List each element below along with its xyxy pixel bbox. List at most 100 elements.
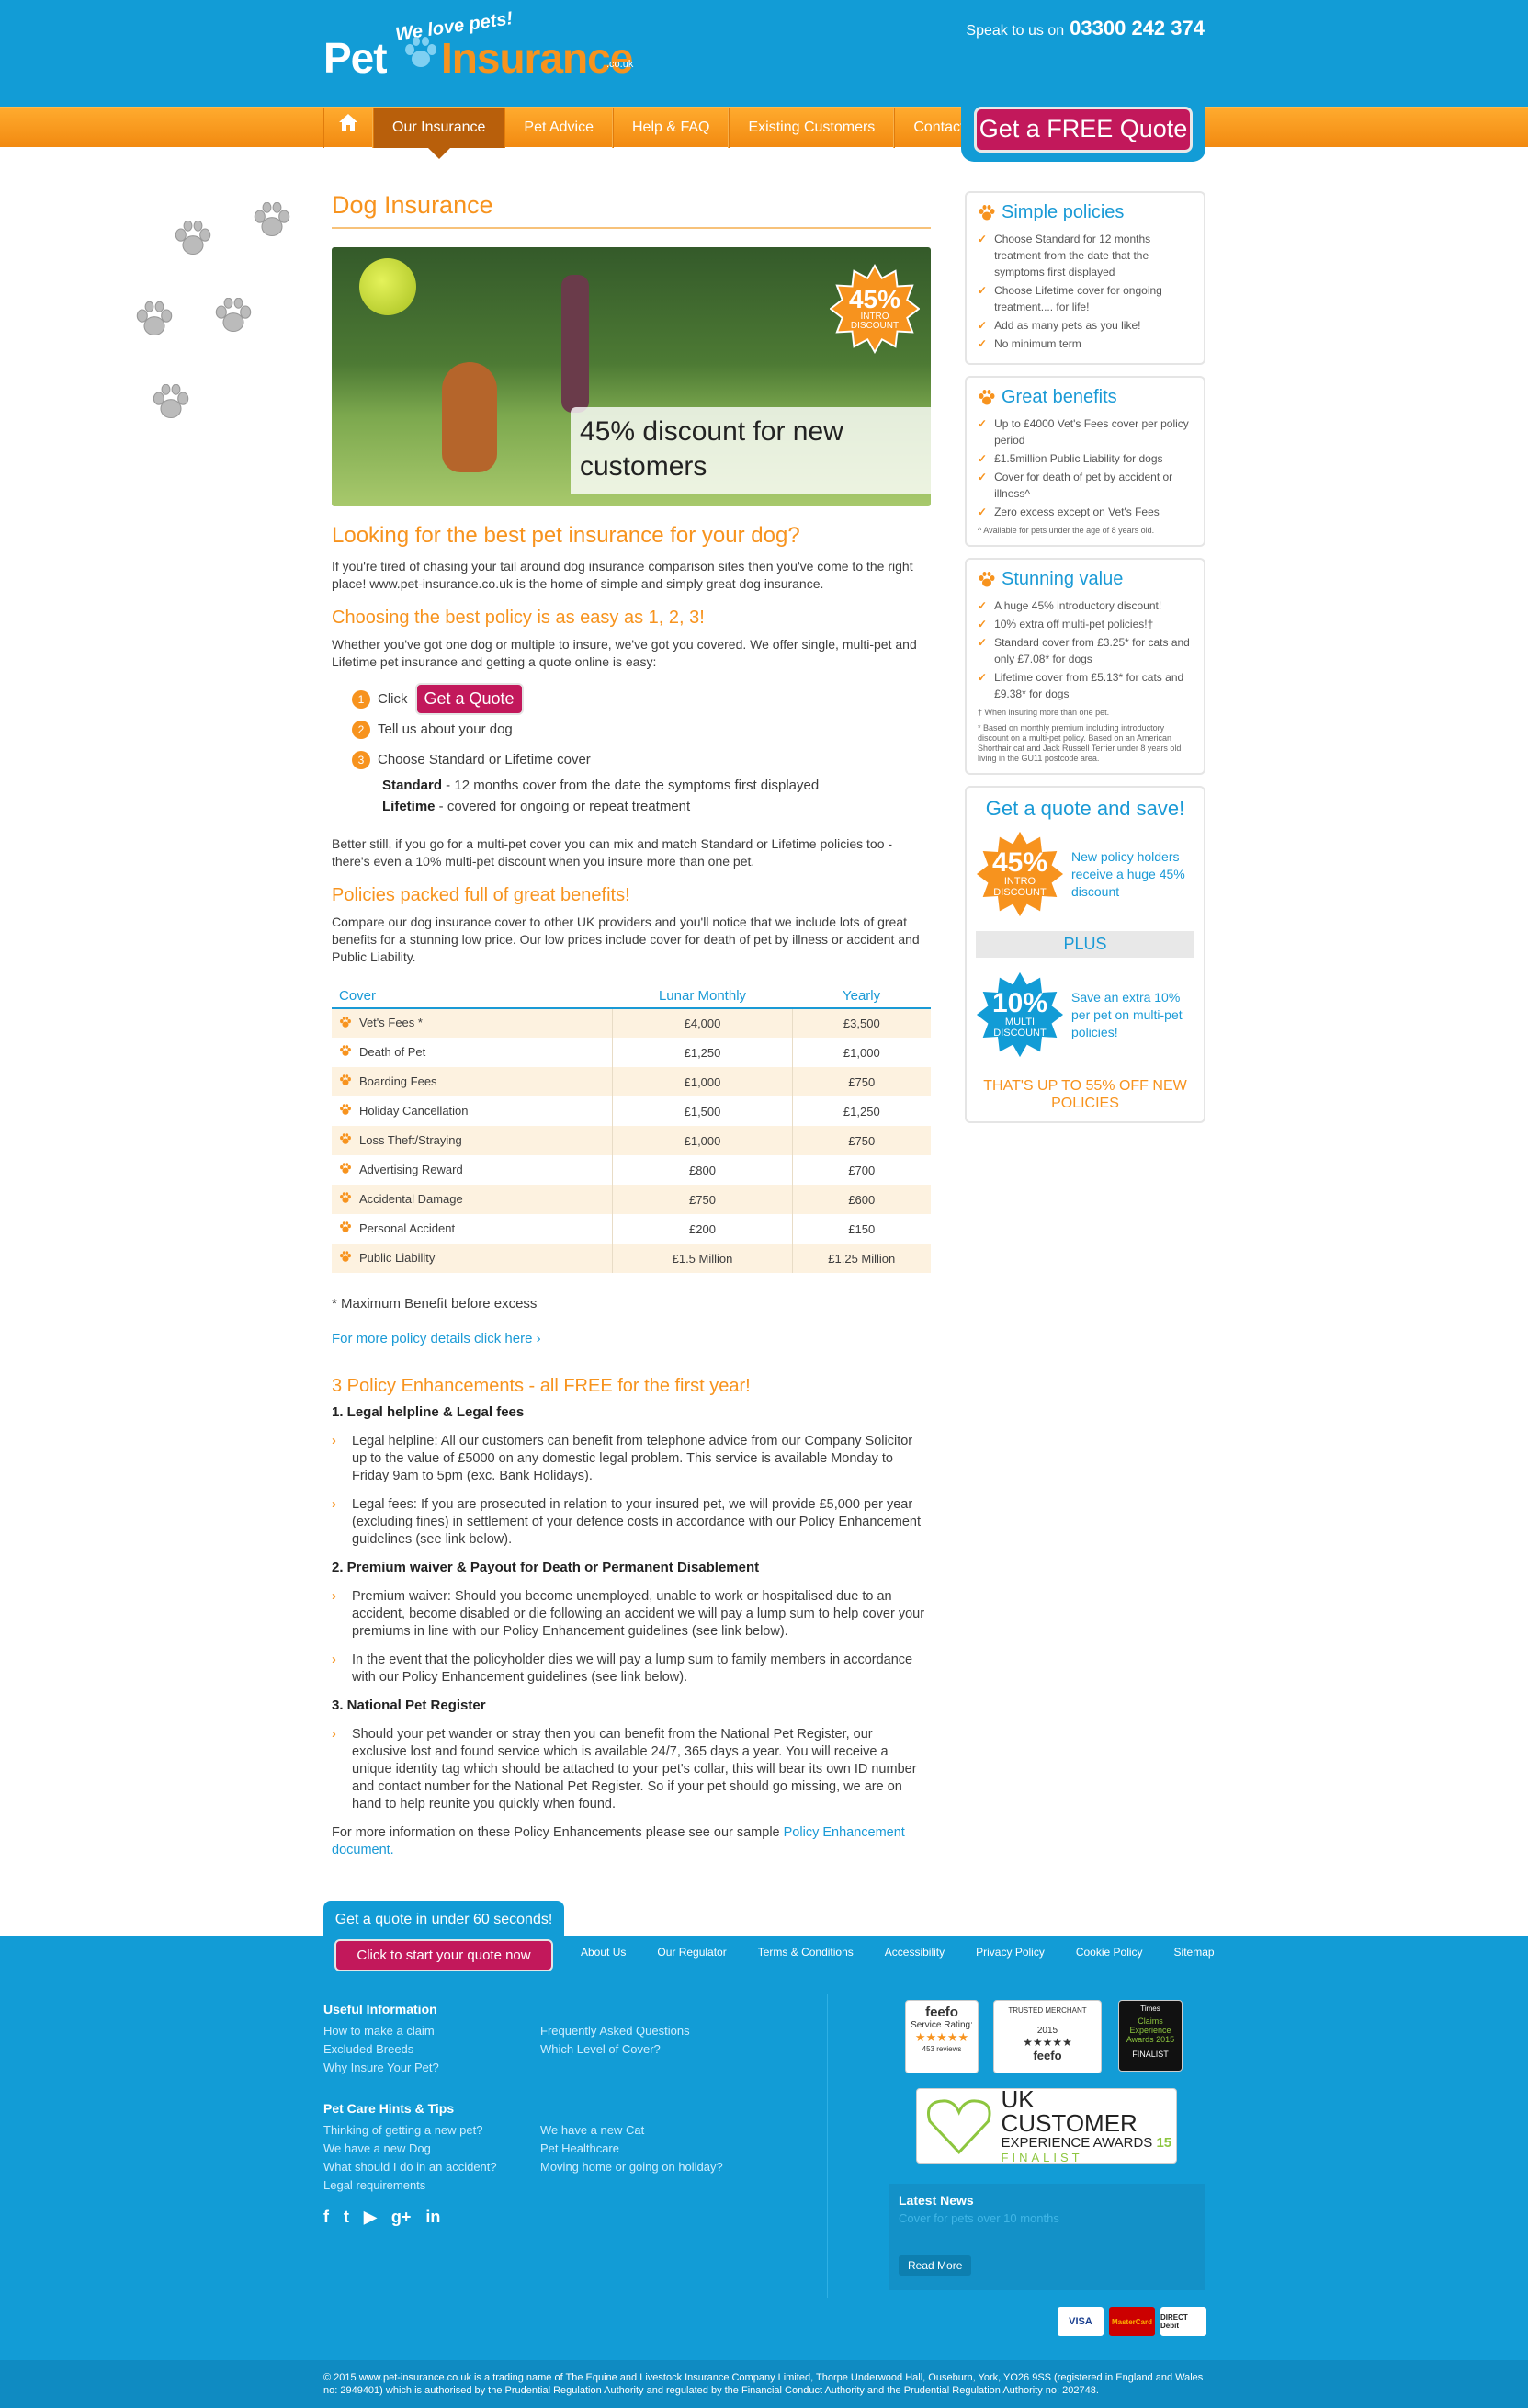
- footer-link-about[interactable]: About Us: [581, 1946, 626, 1959]
- footer-link[interactable]: Legal requirements: [323, 2176, 497, 2195]
- item-text: Choose Standard for 12 months treatment …: [994, 233, 1151, 278]
- twitter-icon[interactable]: t: [344, 2208, 349, 2227]
- check-icon: ✓: [978, 417, 988, 430]
- latest-news: Latest News Cover for pets over 10 month…: [889, 2184, 1205, 2290]
- news-headline[interactable]: Cover for pets over 10 months: [899, 2211, 1196, 2225]
- step-3: 3 Choose Standard or Lifetime cover: [352, 744, 931, 775]
- footer-link-regulator[interactable]: Our Regulator: [657, 1946, 726, 1959]
- footer-link[interactable]: How to make a claim: [323, 2022, 439, 2040]
- footer-link-terms[interactable]: Terms & Conditions: [758, 1946, 854, 1959]
- step-number: 3: [352, 750, 370, 769]
- yearly-cell: £150: [848, 1221, 876, 1236]
- item-text: A huge 45% introductory discount!: [994, 599, 1162, 612]
- nav-existing-customers[interactable]: Existing Customers: [729, 108, 895, 148]
- linkedin-icon[interactable]: in: [425, 2208, 440, 2227]
- site-logo[interactable]: We love pets! Pet Insurance .co.uk: [323, 8, 636, 90]
- box-title-text: Stunning value: [1002, 569, 1124, 589]
- check-icon: ✓: [978, 452, 988, 465]
- footer-link[interactable]: What should I do in an accident?: [323, 2158, 497, 2176]
- yearly-cell: £3,500: [792, 1008, 931, 1038]
- cover-name-cell: Personal Accident: [332, 1214, 614, 1244]
- benefits-text: Compare our dog insurance cover to other…: [332, 914, 920, 964]
- ukcx-year: 15: [1156, 2135, 1172, 2151]
- badge-percent: 45%: [848, 284, 901, 313]
- phone-number[interactable]: 03300 242 374: [1070, 17, 1205, 40]
- great-benefits-box: Great benefits ✓ Up to £4000 Vet's Fees c…: [965, 376, 1205, 547]
- table-row: Death of Pet £1,250 £1,000: [332, 1038, 931, 1067]
- table-row: Holiday Cancellation £1,500 £1,250: [332, 1096, 931, 1126]
- item-text: Legal helpline: All our customers can be…: [352, 1434, 913, 1483]
- cover-name-cell: Death of Pet: [332, 1038, 614, 1067]
- read-more-button[interactable]: Read More: [899, 2255, 972, 2276]
- list-item: ✓ Choose Lifetime cover for ongoing treat…: [978, 282, 1193, 315]
- list-item: ✓ 10% extra off multi-pet policies!†: [978, 616, 1193, 632]
- quote-and-save-box: Get a quote and save! 45% INTRO DISCOUNT…: [965, 786, 1205, 1123]
- box-title-text: Great benefits: [1002, 387, 1117, 407]
- footer-link[interactable]: We have a new Dog: [323, 2140, 497, 2158]
- ukcx-line1: UK CUSTOMER: [1001, 2085, 1138, 2137]
- item-text: Cover for death of pet by accident or il…: [994, 471, 1173, 500]
- footer-link[interactable]: Why Insure Your Pet?: [323, 2059, 439, 2077]
- nav-our-insurance[interactable]: Our Insurance: [373, 108, 505, 159]
- save-title: Get a quote and save!: [985, 797, 1185, 820]
- box-title: Simple policies: [978, 202, 1193, 223]
- col-yearly: Yearly: [792, 984, 931, 1009]
- cover-name: Accidental Damage: [359, 1191, 463, 1206]
- paw-icon: [979, 204, 995, 220]
- lifetime-label: Lifetime: [382, 799, 436, 814]
- footer-link-sitemap[interactable]: Sitemap: [1174, 1946, 1215, 1959]
- cover-name-cell: Accidental Damage: [332, 1185, 614, 1214]
- enhancement-title: 2. Premium waiver & Payout for Death or …: [332, 1560, 760, 1575]
- footer-link[interactable]: Excluded Breeds: [323, 2040, 439, 2059]
- get-free-quote-button[interactable]: Get a FREE Quote: [974, 107, 1193, 153]
- enhancement-title: 1. Legal helpline & Legal fees: [332, 1404, 525, 1420]
- payment-cards: VISA MasterCard DIRECT Debit: [1052, 2307, 1206, 2336]
- footer-link[interactable]: Moving home or going on holiday?: [540, 2158, 723, 2176]
- start-quote-button[interactable]: Click to start your quote now: [334, 1939, 553, 1971]
- cover-name: Personal Accident: [359, 1221, 456, 1235]
- facebook-icon[interactable]: f: [323, 2208, 329, 2227]
- hero-banner: 45% INTRO DISCOUNT 45% discount for new …: [332, 247, 931, 506]
- nav-pet-advice[interactable]: Pet Advice: [504, 108, 613, 148]
- home-icon: [338, 108, 358, 148]
- google-plus-icon[interactable]: g+: [391, 2208, 412, 2227]
- footer-link[interactable]: Thinking of getting a new pet?: [323, 2121, 497, 2140]
- cover-name-cell: Loss Theft/Straying: [332, 1126, 614, 1155]
- footer-link[interactable]: Which Level of Cover?: [540, 2040, 690, 2059]
- footer-link-cookie[interactable]: Cookie Policy: [1076, 1946, 1143, 1959]
- stunning-value-box: Stunning value ✓ A huge 45% introductory …: [965, 558, 1205, 775]
- policy-details-link[interactable]: For more policy details click here ›: [332, 1331, 931, 1346]
- item-text: Up to £4000 Vet's Fees cover per policy …: [994, 417, 1189, 447]
- footer-link-privacy[interactable]: Privacy Policy: [976, 1946, 1045, 1959]
- feefo-rating-badge[interactable]: feefo Service Rating: ★★★★★ 453 reviews: [905, 2000, 979, 2073]
- main-content: Dog Insurance 45% INTRO DISCOUNT 45% dis…: [332, 191, 931, 1859]
- yearly-cell: £1,250: [843, 1104, 880, 1119]
- paw-icon: [339, 1221, 352, 1236]
- step-text: Choose Standard or Lifetime cover: [378, 752, 591, 767]
- footer-link[interactable]: Frequently Asked Questions: [540, 2022, 690, 2040]
- badge-percent: 45%: [991, 847, 1048, 879]
- footer-divider: [827, 1994, 828, 2298]
- hero-caption: 45% discount for new customers: [571, 407, 931, 494]
- step-text: Click: [378, 691, 408, 707]
- lunar-monthly-cell: £1,000: [612, 1126, 793, 1155]
- footer-link[interactable]: We have a new Cat: [540, 2121, 723, 2140]
- list-item: › Should your pet wander or stray then yo…: [332, 1726, 931, 1813]
- nav-home[interactable]: [323, 108, 373, 148]
- footer-link-accessibility[interactable]: Accessibility: [885, 1946, 945, 1959]
- copyright-text: © 2015 www.pet-insurance.co.uk is a trad…: [323, 2372, 1204, 2396]
- footer-link[interactable]: Pet Healthcare: [540, 2140, 723, 2158]
- trusted-merchant-badge[interactable]: TRUSTED MERCHANT 2015 ★★★★★ feefo: [993, 2000, 1102, 2073]
- social-links: f t ▶ g+ in: [323, 2208, 455, 2227]
- youtube-icon[interactable]: ▶: [364, 2208, 377, 2227]
- check-icon: ✓: [978, 337, 988, 350]
- item-text: Legal fees: If you are prosecuted in rel…: [352, 1497, 921, 1547]
- nav-help-faq[interactable]: Help & FAQ: [613, 108, 730, 148]
- logo-word-pet: Pet: [323, 34, 388, 82]
- list-item: ✓ Zero excess except on Vet's Fees: [978, 504, 1193, 520]
- news-title: Latest News: [899, 2193, 974, 2208]
- direct-debit-icon: DIRECT Debit: [1160, 2307, 1206, 2336]
- list-item: ✓ Choose Standard for 12 months treatment…: [978, 231, 1193, 280]
- item-text: Standard cover from £3.25* for cats and …: [994, 636, 1190, 665]
- get-a-quote-button[interactable]: Get a Quote: [414, 683, 524, 715]
